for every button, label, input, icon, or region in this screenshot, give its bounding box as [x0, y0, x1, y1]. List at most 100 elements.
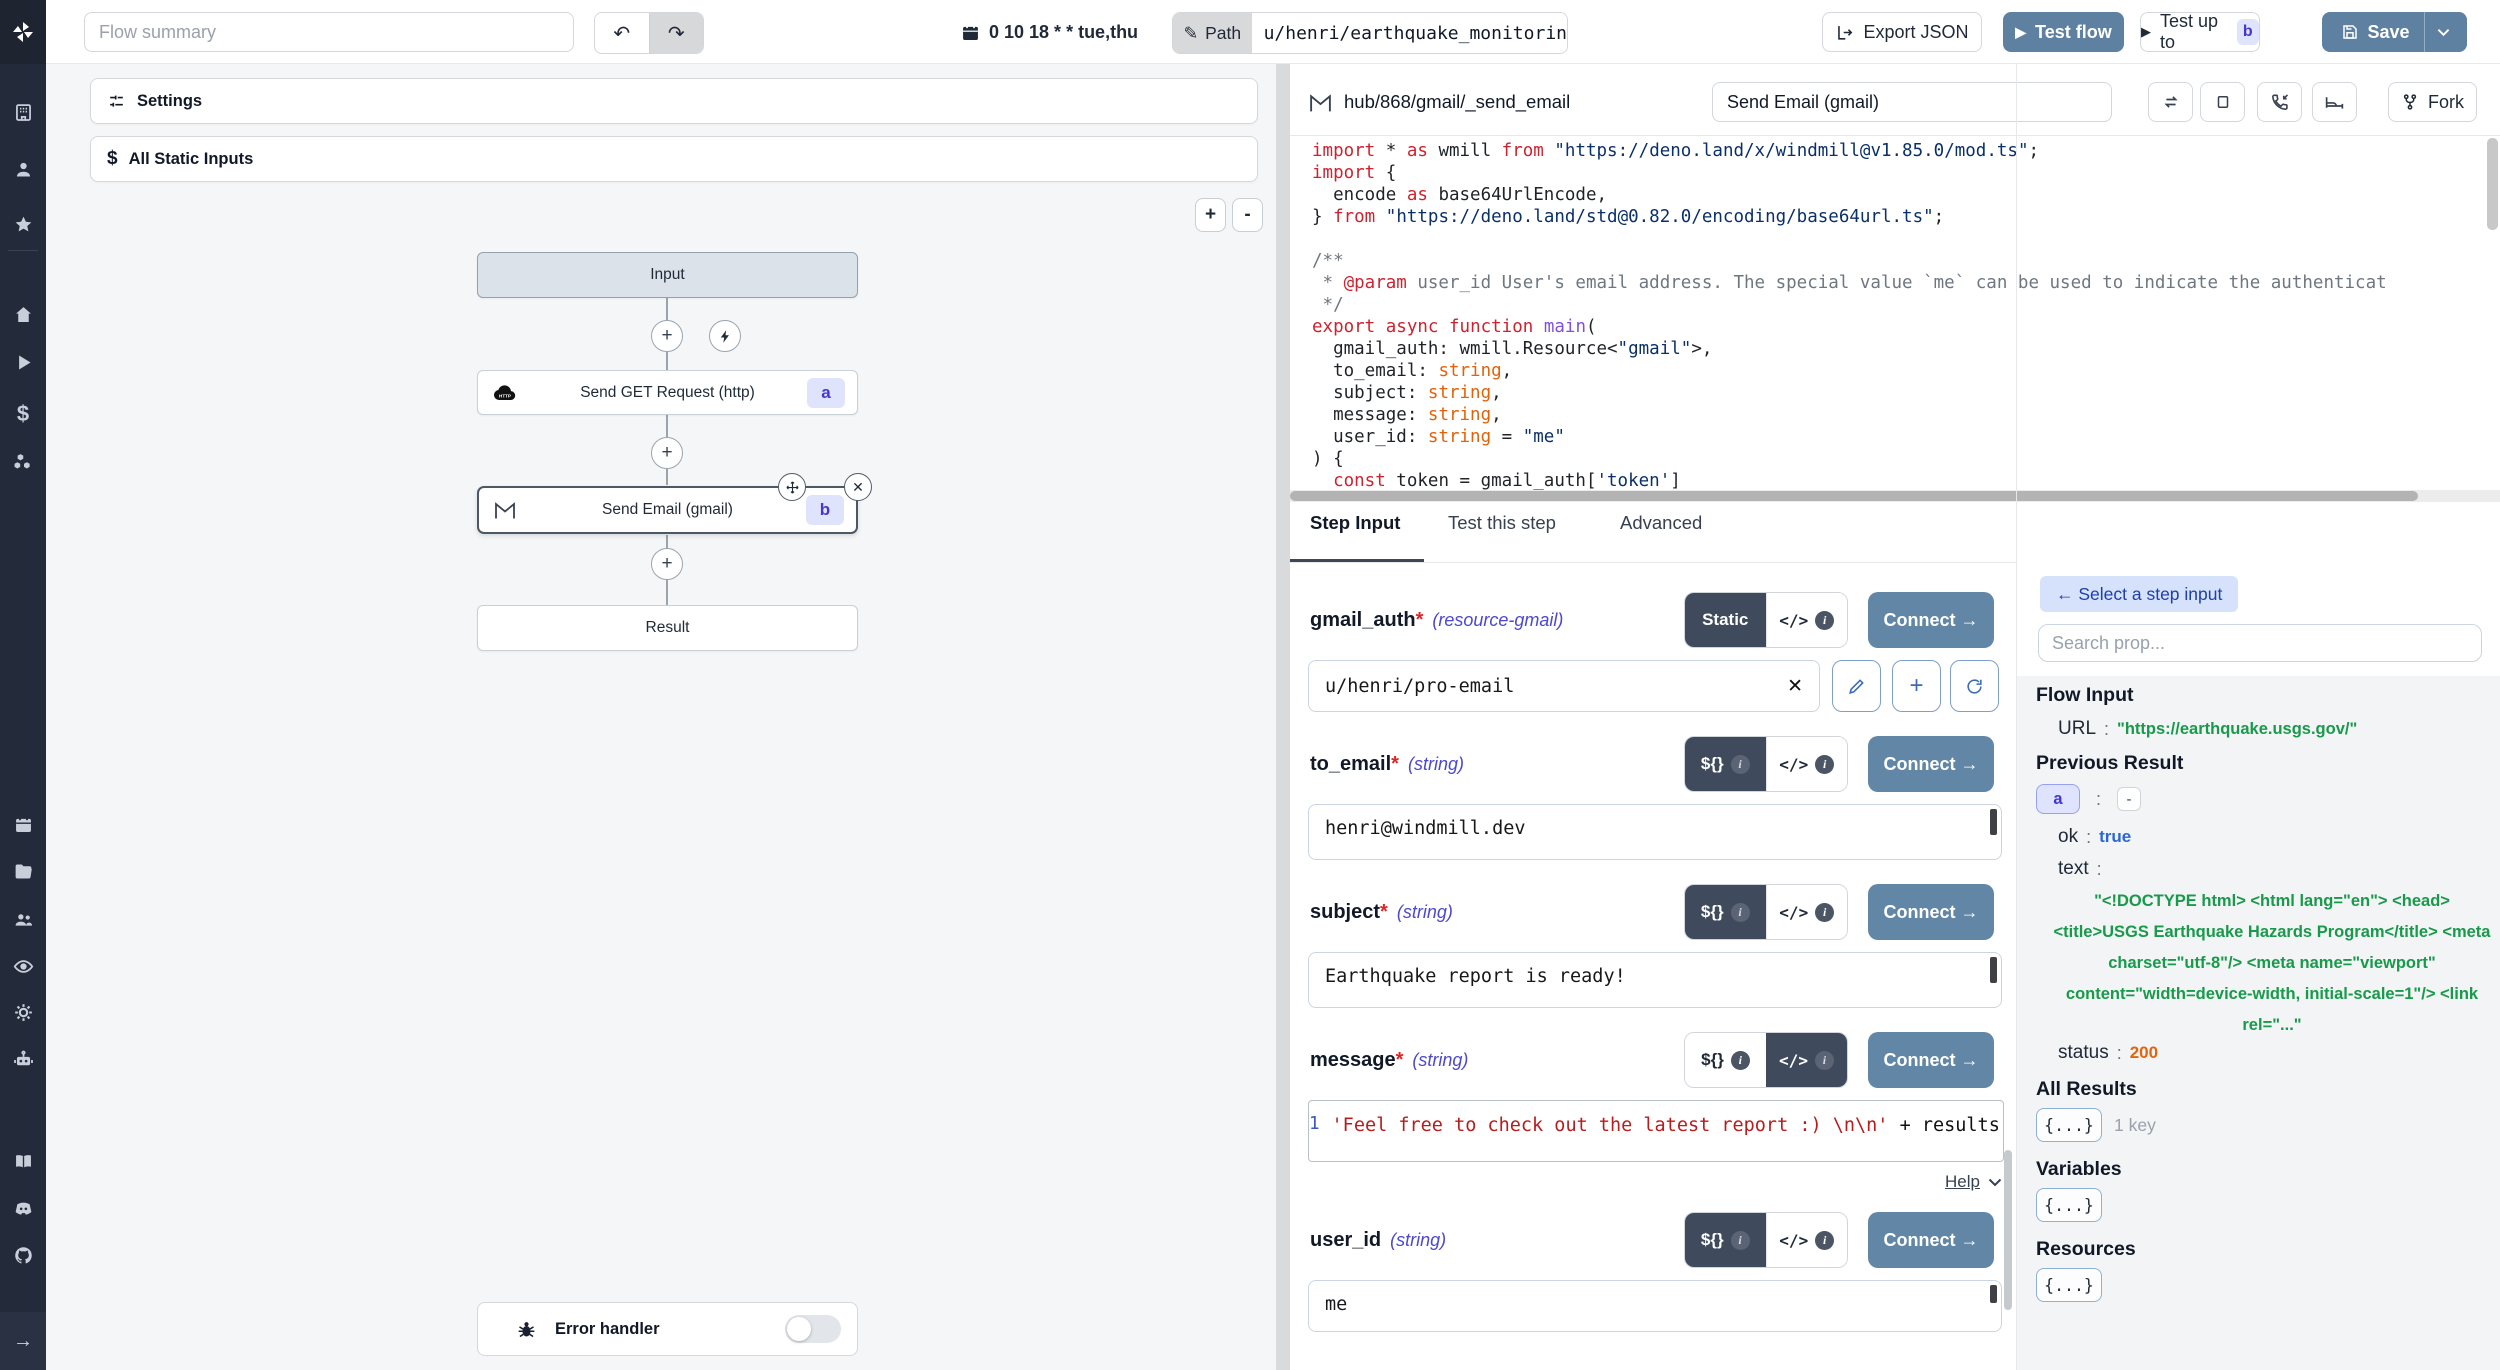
result-ok-row[interactable]: ok : true — [2058, 826, 2131, 848]
add-resource-button[interactable]: + — [1892, 660, 1941, 712]
move-icon — [785, 480, 800, 495]
sync-arrows-icon — [2161, 92, 2181, 112]
runs-play-icon[interactable] — [0, 352, 46, 373]
hub-script-path[interactable]: hub/868/gmail/_send_email — [1308, 82, 1570, 122]
mode-template: ${}i — [1685, 737, 1766, 791]
audit-eye-icon[interactable] — [0, 956, 46, 977]
user-id-textarea[interactable]: me — [1308, 1280, 2002, 1332]
delete-node-button[interactable]: ✕ — [844, 473, 872, 501]
step-name-input[interactable] — [1712, 82, 2112, 122]
code-vertical-scrollbar[interactable] — [2487, 138, 2498, 230]
message-expression-editor[interactable]: 1 'Feel free to check out the latest rep… — [1308, 1100, 2004, 1162]
favorites-star-icon[interactable] — [0, 214, 46, 235]
home-icon[interactable] — [0, 304, 46, 325]
select-step-input-pill[interactable]: ← Select a step input — [2040, 576, 2238, 612]
flow-settings-bar[interactable]: Settings — [90, 78, 1258, 124]
user-icon[interactable] — [0, 159, 46, 180]
path-button[interactable]: ✎ Path u/henri/earthquake_monitorin — [1172, 12, 1568, 54]
stop-square-button[interactable] — [2200, 82, 2245, 122]
trigger-bolt-button[interactable] — [709, 320, 741, 352]
field-row-message: message*(string) ${}i </>i Connect → — [1310, 1032, 1994, 1088]
test-up-to-button[interactable]: ▶ Test up to b — [2140, 12, 2260, 52]
workspace-icon[interactable] — [0, 102, 46, 123]
connect-button[interactable]: Connect → — [1868, 1032, 1994, 1088]
tab-step-input[interactable]: Step Input — [1310, 512, 1400, 534]
tab-test-this-step[interactable]: Test this step — [1448, 512, 1556, 534]
resources-cubes-icon[interactable] — [0, 451, 46, 472]
to-email-textarea[interactable]: henri@windmill.dev — [1308, 804, 2002, 860]
add-step-button-2[interactable]: + — [651, 437, 683, 469]
save-button[interactable]: Save — [2327, 12, 2423, 52]
flow-input-url-row[interactable]: URL : "https://earthquake.usgs.gov/" — [2058, 718, 2357, 740]
schedule-display[interactable]: 0 10 18 * * tue,thu — [960, 12, 1138, 52]
text-value[interactable]: "<!DOCTYPE html> <html lang="en"> <head>… — [2052, 886, 2492, 1041]
windmill-logo-icon[interactable] — [0, 0, 46, 64]
test-flow-button[interactable]: ▶ Test flow — [2003, 12, 2124, 52]
chevron-down-icon[interactable] — [1988, 1178, 2002, 1187]
fork-button[interactable]: Fork — [2388, 82, 2477, 122]
info-icon: i — [1815, 611, 1834, 630]
form-scrollbar[interactable] — [2004, 1150, 2012, 1310]
collapse-sidebar-arrow-icon[interactable]: → — [0, 1312, 46, 1370]
save-dropdown-button[interactable] — [2424, 12, 2462, 52]
canvas-scrollbar[interactable] — [1276, 64, 1290, 1370]
swap-script-button[interactable] — [2148, 82, 2193, 122]
suspend-phone-button[interactable] — [2257, 82, 2302, 122]
code-editor[interactable]: import * as wmill from "https://deno.lan… — [1312, 140, 2472, 492]
undo-button[interactable]: ↶ — [595, 13, 649, 53]
search-prop-input[interactable] — [2038, 624, 2482, 662]
zoom-out-button[interactable]: - — [1232, 198, 1263, 232]
help-link[interactable]: Help — [1945, 1172, 1980, 1192]
input-mode-toggle[interactable]: ${}i </>i — [1684, 1032, 1848, 1088]
add-step-button-3[interactable]: + — [651, 548, 683, 580]
subject-textarea[interactable]: Earthquake report is ready! — [1308, 952, 2002, 1008]
step-a-pill[interactable]: a — [2036, 784, 2080, 814]
edit-resource-button[interactable] — [1832, 660, 1881, 712]
connect-button[interactable]: Connect → — [1868, 884, 1994, 940]
error-handler-toggle[interactable] — [785, 1315, 841, 1343]
schedule-cron: 0 10 18 * * tue,thu — [989, 22, 1138, 43]
result-text-row[interactable]: text : — [2058, 858, 2110, 880]
resource-picker-input[interactable]: u/henri/pro-email ✕ — [1308, 660, 1820, 712]
mode-javascript: </>i — [1766, 1213, 1848, 1267]
all-results-row: {...} 1 key — [2036, 1108, 2156, 1142]
all-results-object-chip[interactable]: {...} — [2036, 1108, 2102, 1142]
flow-node-result[interactable]: Result — [477, 605, 858, 651]
variables-dollar-icon[interactable]: $ — [0, 401, 46, 427]
add-step-button-1[interactable]: + — [651, 320, 683, 352]
flow-node-input[interactable]: Input — [477, 252, 858, 298]
folders-icon[interactable] — [0, 861, 46, 882]
path-value: u/henri/earthquake_monitorin — [1252, 13, 1567, 53]
flow-node-http[interactable]: HTTP Send GET Request (http) a — [477, 370, 858, 415]
result-status-row[interactable]: status : 200 — [2058, 1042, 2158, 1064]
sleep-bed-button[interactable] — [2312, 82, 2357, 122]
groups-users-icon[interactable] — [0, 909, 46, 930]
info-icon: i — [1815, 903, 1834, 922]
connect-button[interactable]: Connect → — [1868, 1212, 1994, 1268]
docs-book-icon[interactable] — [0, 1151, 46, 1172]
clear-resource-icon[interactable]: ✕ — [1787, 675, 1803, 698]
tab-advanced[interactable]: Advanced — [1620, 512, 1702, 534]
github-icon[interactable] — [0, 1245, 46, 1266]
flow-summary-input[interactable] — [84, 12, 574, 52]
discord-icon[interactable] — [0, 1198, 46, 1219]
resources-object-chip[interactable]: {...} — [2036, 1268, 2102, 1302]
schedules-calendar-icon[interactable] — [0, 814, 46, 835]
export-json-button[interactable]: Export JSON — [1822, 12, 1982, 52]
collapse-button[interactable]: - — [2117, 787, 2141, 811]
redo-button[interactable]: ↷ — [649, 13, 704, 53]
move-node-button[interactable] — [778, 473, 806, 501]
input-mode-toggle[interactable]: Static </>i — [1684, 592, 1848, 648]
all-static-inputs-bar[interactable]: $ All Static Inputs — [90, 136, 1258, 182]
refresh-resource-button[interactable] — [1950, 660, 1999, 712]
workers-robot-icon[interactable] — [0, 1049, 46, 1070]
connect-button[interactable]: Connect → — [1868, 592, 1994, 648]
variables-object-chip[interactable]: {...} — [2036, 1188, 2102, 1222]
settings-gear-icon[interactable] — [0, 1002, 46, 1023]
input-mode-toggle[interactable]: ${}i </>i — [1684, 736, 1848, 792]
input-mode-toggle[interactable]: ${}i </>i — [1684, 1212, 1848, 1268]
zoom-in-button[interactable]: + — [1195, 198, 1226, 232]
connect-button[interactable]: Connect → — [1868, 736, 1994, 792]
input-mode-toggle[interactable]: ${}i </>i — [1684, 884, 1848, 940]
code-horizontal-scrollbar[interactable] — [1290, 490, 2500, 502]
